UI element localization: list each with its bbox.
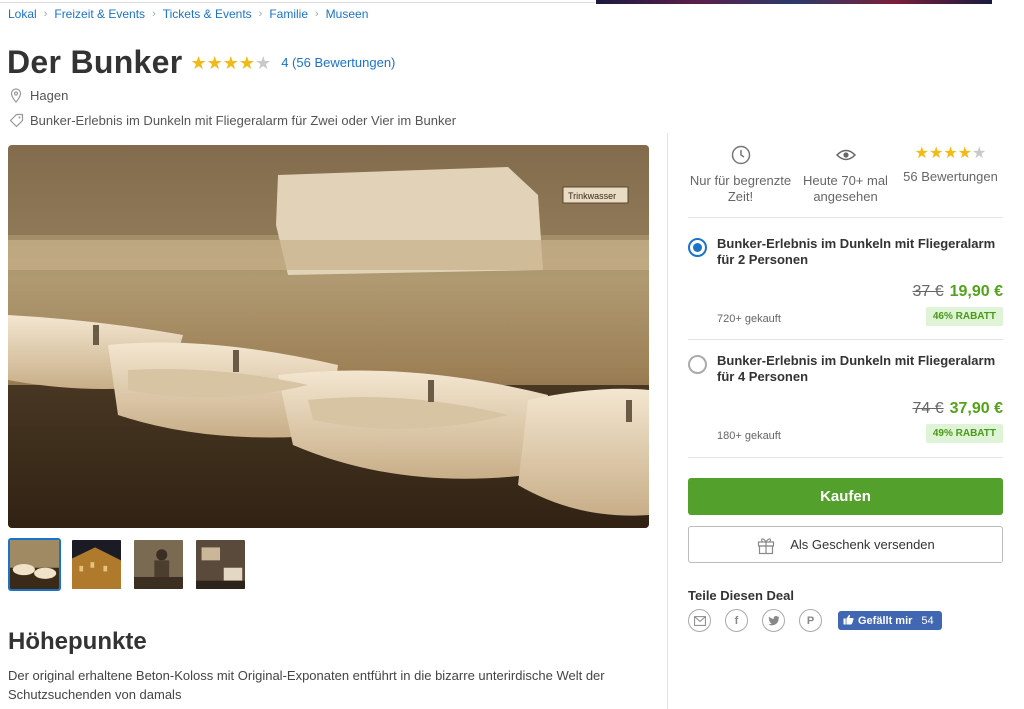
thumbnail-4[interactable] [194,538,247,591]
top-banner-strip [0,0,1024,4]
reviews-link[interactable]: 4 (56 Bewertungen) [281,55,395,70]
old-price: 37 € [912,283,944,300]
rating-stars: ★ ★ ★ ★ ★ [191,54,272,72]
chevron-right-icon: › [152,8,156,20]
deal-header: Der Bunker ★ ★ ★ ★ ★ 4 (56 Bewertungen) [7,44,395,81]
feature-reviews[interactable]: ★ ★ ★ ★ ★ 56 Bewertungen [898,143,1003,218]
breadcrumb: Lokal › Freizeit & Events › Tickets & Ev… [8,7,368,21]
banner-image[interactable] [596,0,992,4]
location-text: Hagen [30,87,69,103]
new-price: 19,90 € [949,283,1003,300]
breadcrumb-item-freizeit[interactable]: Freizeit & Events [54,7,145,21]
feature-strip: Nur für begrenzte Zeit! Heute 70+ mal an… [688,143,1003,218]
clock-icon [731,143,751,167]
thumbnail-strip [8,538,256,591]
star-empty-icon: ★ [972,145,987,162]
pinterest-icon[interactable]: P [799,609,822,632]
feature-label: 56 Bewertungen [903,169,998,184]
star-filled-icon: ★ [238,52,256,73]
star-filled-icon: ★ [222,52,239,73]
star-filled-icon: ★ [190,52,207,73]
buy-button[interactable]: Kaufen [688,478,1003,515]
feature-limited-time: Nur für begrenzte Zeit! [688,143,793,218]
facebook-icon[interactable]: f [725,609,748,632]
facebook-like-button[interactable]: Gefällt mir 54 [838,611,942,630]
share-buttons: f P Gefällt mir 54 [688,609,942,632]
breadcrumb-item-tickets[interactable]: Tickets & Events [163,7,252,21]
gift-button-label: Als Geschenk versenden [790,537,935,552]
thumbnail-3[interactable] [132,538,185,591]
feature-label: Nur für begrenzte Zeit! [689,173,792,204]
bought-count: 180+ gekauft [717,430,781,442]
like-label: Gefällt mir [858,614,913,627]
hero-image[interactable]: Trinkwasser [8,145,649,528]
breadcrumb-item-lokal[interactable]: Lokal [8,7,37,21]
location-pin-icon [8,87,24,103]
star-empty-icon: ★ [255,52,272,73]
highlights-title: Höhepunkte [8,628,147,655]
discount-badge: 49% RABATT [925,424,1003,443]
divider [688,339,1003,340]
star-filled-icon: ★ [928,145,944,162]
breadcrumb-item-museen[interactable]: Museen [326,7,369,21]
like-count: 54 [921,614,934,627]
twitter-icon[interactable] [762,609,785,632]
chevron-right-icon: › [43,8,48,20]
column-divider [667,133,668,709]
option-1-radio[interactable] [688,238,707,257]
location-row: Hagen [8,87,68,103]
thumbnail-2[interactable] [70,538,123,591]
chevron-right-icon: › [315,8,319,20]
deal-option-1[interactable]: Bunker-Erlebnis im Dunkeln mit Fliegeral… [688,236,1003,331]
divider [688,217,1003,218]
star-filled-icon: ★ [914,145,929,162]
gift-button[interactable]: Als Geschenk versenden [688,526,1003,563]
option-2-radio[interactable] [688,355,707,374]
thumbs-up-icon [843,614,854,628]
svg-text:Trinkwasser: Trinkwasser [568,191,616,201]
mail-icon[interactable] [688,609,711,632]
thumbnail-1[interactable] [8,538,61,591]
option-title: Bunker-Erlebnis im Dunkeln mit Fliegeral… [717,353,996,384]
chevron-right-icon: › [258,8,263,20]
page-title: Der Bunker [7,44,183,80]
star-filled-icon: ★ [943,145,958,162]
bought-count: 720+ gekauft [717,313,781,325]
deal-subtitle: Bunker-Erlebnis im Dunkeln mit Fliegeral… [30,112,457,128]
feature-label: Heute 70+ mal angesehen [803,173,888,204]
gift-icon [756,535,776,555]
star-filled-icon: ★ [206,52,223,73]
option-price: 74 € 37,90 € [912,400,1003,418]
star-filled-icon: ★ [957,145,973,162]
tag-icon [8,112,24,128]
new-price: 37,90 € [949,400,1003,417]
option-title: Bunker-Erlebnis im Dunkeln mit Fliegeral… [717,236,996,267]
highlights-text: Der original erhaltene Beton-Koloss mit … [8,668,605,702]
discount-badge: 46% RABATT [925,307,1003,326]
subtitle-row: Bunker-Erlebnis im Dunkeln mit Fliegeral… [8,112,456,128]
deal-option-2[interactable]: Bunker-Erlebnis im Dunkeln mit Fliegeral… [688,353,1003,448]
old-price: 74 € [912,400,944,417]
feature-views: Heute 70+ mal angesehen [793,143,898,218]
divider [688,457,1003,458]
eye-icon [835,143,856,167]
stars-icon: ★ ★ ★ ★ ★ [915,145,987,163]
breadcrumb-item-familie[interactable]: Familie [269,7,308,21]
share-title: Teile Diesen Deal [688,588,794,603]
option-price: 37 € 19,90 € [912,283,1003,301]
